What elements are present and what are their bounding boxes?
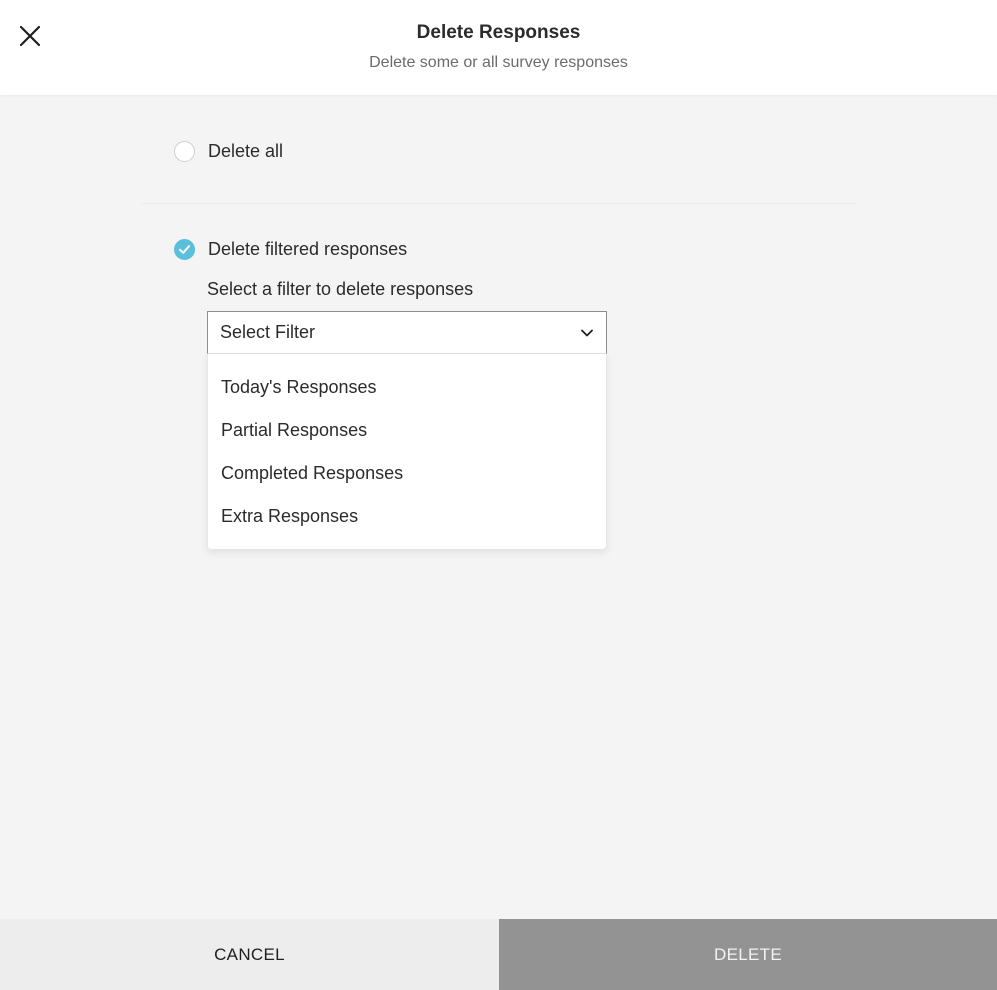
radio-delete-filtered[interactable] xyxy=(174,239,195,260)
page-title: Delete Responses xyxy=(416,22,581,43)
dropdown-item-partial-responses[interactable]: Partial Responses xyxy=(208,409,606,452)
filter-select-value: Select Filter xyxy=(220,322,316,342)
page-subtitle: Delete some or all survey responses xyxy=(369,54,628,71)
checkmark-icon xyxy=(179,245,190,254)
dropdown-item-completed-responses[interactable]: Completed Responses xyxy=(208,452,606,495)
filter-select[interactable]: Select Filter xyxy=(207,311,607,354)
delete-button[interactable]: DELETE xyxy=(499,919,997,990)
dropdown-item-extra-responses[interactable]: Extra Responses xyxy=(208,495,606,538)
modal-header: Delete Responses Delete some or all surv… xyxy=(0,0,997,95)
divider xyxy=(140,203,857,204)
option-label: Delete all xyxy=(208,141,284,161)
chevron-down-icon xyxy=(580,326,594,340)
dropdown-item-todays-responses[interactable]: Today's Responses xyxy=(208,366,606,409)
option-delete-all[interactable]: Delete all xyxy=(174,141,283,162)
modal-footer: CANCEL DELETE xyxy=(0,919,997,990)
option-delete-filtered[interactable]: Delete filtered responses xyxy=(174,239,407,260)
radio-delete-all[interactable] xyxy=(174,141,195,162)
cancel-button[interactable]: CANCEL xyxy=(0,919,499,990)
filter-label: Select a filter to delete responses xyxy=(207,279,474,299)
option-label: Delete filtered responses xyxy=(208,239,408,259)
filter-dropdown-menu: Today's Responses Partial Responses Comp… xyxy=(207,354,607,550)
